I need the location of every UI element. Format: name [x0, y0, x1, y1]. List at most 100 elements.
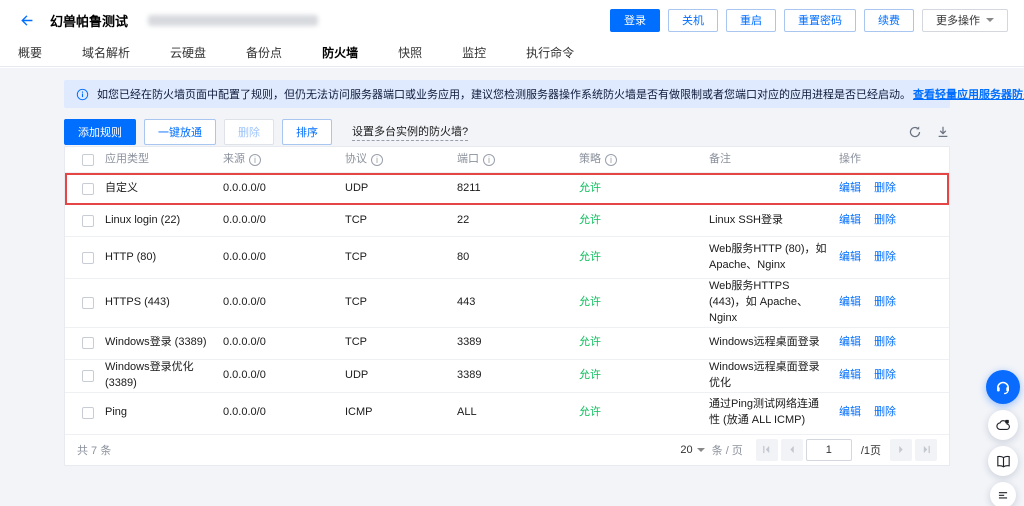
port-cell: 3389: [457, 335, 579, 351]
info-icon: [76, 88, 89, 101]
source-cell: 0.0.0.0/0: [223, 368, 345, 384]
tab-command[interactable]: 执行命令: [524, 40, 576, 69]
port-info-icon[interactable]: [483, 154, 495, 166]
edit-rule-link[interactable]: 编辑: [839, 369, 861, 381]
delete-rule-link[interactable]: 删除: [874, 182, 896, 194]
edit-rule-link[interactable]: 编辑: [839, 251, 861, 263]
table-row-linux-login: Linux login (22) 0.0.0.0/0 TCP 22 允许 Lin…: [65, 205, 949, 237]
last-page-button[interactable]: [915, 439, 937, 461]
delete-rules-button[interactable]: 删除: [224, 119, 274, 145]
restart-button[interactable]: 重启: [726, 9, 776, 32]
download-icon[interactable]: [936, 125, 950, 139]
per-page-label: 条 / 页: [712, 442, 743, 458]
policy-info-icon[interactable]: [605, 154, 617, 166]
policy-cell: 允许: [579, 295, 709, 311]
reset-password-button[interactable]: 重置密码: [784, 9, 856, 32]
more-actions-button[interactable]: 更多操作: [922, 9, 1008, 32]
floating-action-stack: [986, 370, 1020, 506]
row-checkbox[interactable]: [82, 183, 94, 195]
port-cell: 80: [457, 250, 579, 266]
tab-overview[interactable]: 概要: [16, 40, 44, 69]
allow-all-button[interactable]: 一键放通: [144, 119, 216, 145]
remark-cell: 通过Ping测试网络连通性 (放通 ALL ICMP): [709, 397, 839, 429]
edit-rule-link[interactable]: 编辑: [839, 336, 861, 348]
edit-rule-link[interactable]: 编辑: [839, 182, 861, 194]
row-checkbox[interactable]: [82, 252, 94, 264]
edit-rule-link[interactable]: 编辑: [839, 406, 861, 418]
edit-rule-link[interactable]: 编辑: [839, 296, 861, 308]
multi-instance-firewall-link[interactable]: 设置多台实例的防火墙?: [352, 123, 468, 141]
delete-rule-link[interactable]: 删除: [874, 336, 896, 348]
back-button[interactable]: [16, 10, 36, 30]
login-button[interactable]: 登录: [610, 9, 660, 32]
table-row-windows-login: Windows登录 (3389) 0.0.0.0/0 TCP 3389 允许 W…: [65, 328, 949, 360]
customer-service-button[interactable]: [986, 370, 1020, 404]
total-pages-label: /1页: [855, 442, 887, 458]
chevron-down-icon: [697, 448, 705, 456]
tab-firewall[interactable]: 防火墙: [320, 40, 360, 71]
column-source: 来源: [223, 152, 345, 168]
feedback-button[interactable]: [988, 410, 1018, 440]
delete-rule-link[interactable]: 删除: [874, 406, 896, 418]
delete-rule-link[interactable]: 删除: [874, 214, 896, 226]
table-row-custom-8211: 自定义 0.0.0.0/0 UDP 8211 允许 编辑 删除: [65, 173, 949, 205]
tab-cloud-disk[interactable]: 云硬盘: [168, 40, 208, 69]
banner-link[interactable]: 查看轻量应用服务器防火墙与系统防火墙的区别: [913, 86, 1024, 102]
survey-button[interactable]: [990, 482, 1016, 506]
protocol-info-icon[interactable]: [371, 154, 383, 166]
total-count: 共 7 条: [77, 442, 111, 458]
port-cell: ALL: [457, 405, 579, 421]
column-remark: 备注: [709, 152, 839, 168]
tab-monitor[interactable]: 监控: [460, 40, 488, 69]
page-number-input[interactable]: [806, 439, 852, 461]
policy-cell: 允许: [579, 368, 709, 384]
select-all-checkbox[interactable]: [82, 154, 94, 166]
firewall-rules-table: 应用类型 来源 协议 端口 策略 备注 操作 自定义 0.0.0.0/0 UDP…: [64, 146, 950, 466]
row-checkbox[interactable]: [82, 370, 94, 382]
column-protocol: 协议: [345, 152, 457, 168]
renew-button[interactable]: 续费: [864, 9, 914, 32]
page-size-select[interactable]: 20: [680, 444, 704, 456]
add-rule-button[interactable]: 添加规则: [64, 119, 136, 145]
column-policy: 策略: [579, 152, 709, 168]
protocol-cell: UDP: [345, 368, 457, 384]
chevron-down-icon: [986, 18, 994, 26]
delete-rule-link[interactable]: 删除: [874, 251, 896, 263]
delete-rule-link[interactable]: 删除: [874, 296, 896, 308]
more-actions-label: 更多操作: [936, 12, 980, 28]
remark-cell: Web服务HTTPS (443)，如 Apache、Nginx: [709, 279, 839, 327]
tab-snapshot[interactable]: 快照: [396, 40, 424, 69]
cloud-icon: [995, 417, 1012, 434]
redacted-instance-info: [148, 15, 318, 26]
next-page-button[interactable]: [890, 439, 912, 461]
port-cell: 443: [457, 295, 579, 311]
delete-rule-link[interactable]: 删除: [874, 369, 896, 381]
row-checkbox[interactable]: [82, 337, 94, 349]
edit-rule-link[interactable]: 编辑: [839, 214, 861, 226]
app-type-cell: HTTPS (443): [105, 295, 223, 311]
table-row-ping: Ping 0.0.0.0/0 ICMP ALL 允许 通过Ping测试网络连通性…: [65, 393, 949, 435]
table-header-row: 应用类型 来源 协议 端口 策略 备注 操作: [65, 147, 949, 173]
row-checkbox[interactable]: [82, 407, 94, 419]
page-size-value: 20: [680, 444, 692, 456]
shutdown-button[interactable]: 关机: [668, 9, 718, 32]
tab-backup[interactable]: 备份点: [244, 40, 284, 69]
prev-page-button[interactable]: [781, 439, 803, 461]
first-page-button[interactable]: [756, 439, 778, 461]
sort-button[interactable]: 排序: [282, 119, 332, 145]
app-type-cell: 自定义: [105, 181, 223, 197]
port-cell: 8211: [457, 181, 579, 197]
refresh-icon[interactable]: [908, 125, 922, 139]
port-cell: 22: [457, 213, 579, 229]
list-icon: [996, 488, 1010, 502]
remark-cell: Linux SSH登录: [709, 213, 839, 229]
row-checkbox[interactable]: [82, 297, 94, 309]
source-info-icon[interactable]: [249, 154, 261, 166]
row-checkbox[interactable]: [82, 215, 94, 227]
protocol-cell: ICMP: [345, 405, 457, 421]
content-area: 如您已经在防火墙页面中配置了规则，但仍无法访问服务器端口或业务应用，建议您检测服…: [0, 68, 1024, 506]
app-type-cell: Ping: [105, 405, 223, 421]
table-row-windows-login-opt: Windows登录优化 (3389) 0.0.0.0/0 UDP 3389 允许…: [65, 360, 949, 393]
documentation-button[interactable]: [988, 446, 1018, 476]
tab-dns[interactable]: 域名解析: [80, 40, 132, 69]
